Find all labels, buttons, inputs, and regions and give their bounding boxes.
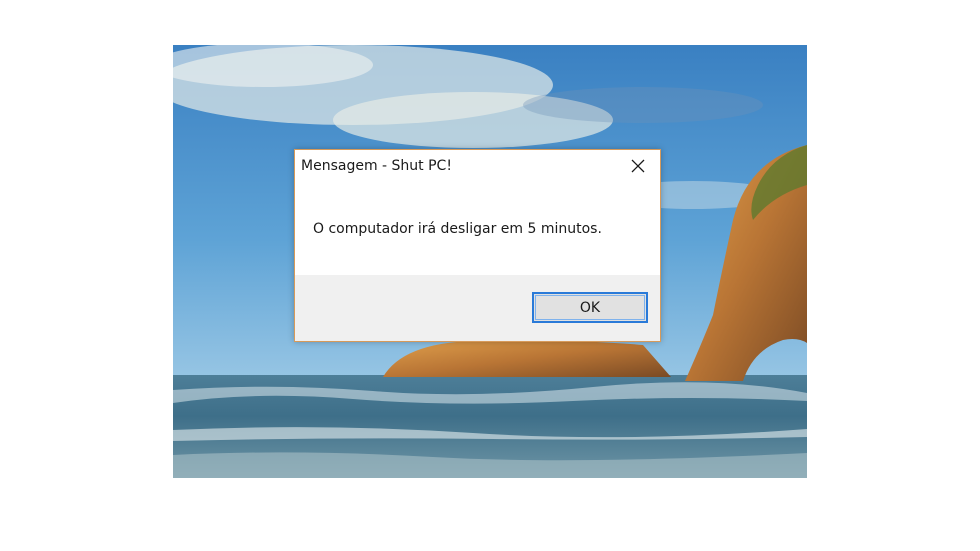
dialog-message: O computador irá desligar em 5 minutos. <box>313 221 602 237</box>
dialog-titlebar[interactable]: Mensagem - Shut PC! <box>295 150 660 182</box>
close-button[interactable] <box>616 150 660 182</box>
dialog-footer: OK <box>295 275 660 341</box>
ok-button[interactable]: OK <box>532 292 648 323</box>
dialog-title: Mensagem - Shut PC! <box>301 158 452 174</box>
message-dialog: Mensagem - Shut PC! O computador irá des… <box>294 149 661 342</box>
close-icon <box>631 159 645 173</box>
ok-button-label: OK <box>579 299 601 316</box>
